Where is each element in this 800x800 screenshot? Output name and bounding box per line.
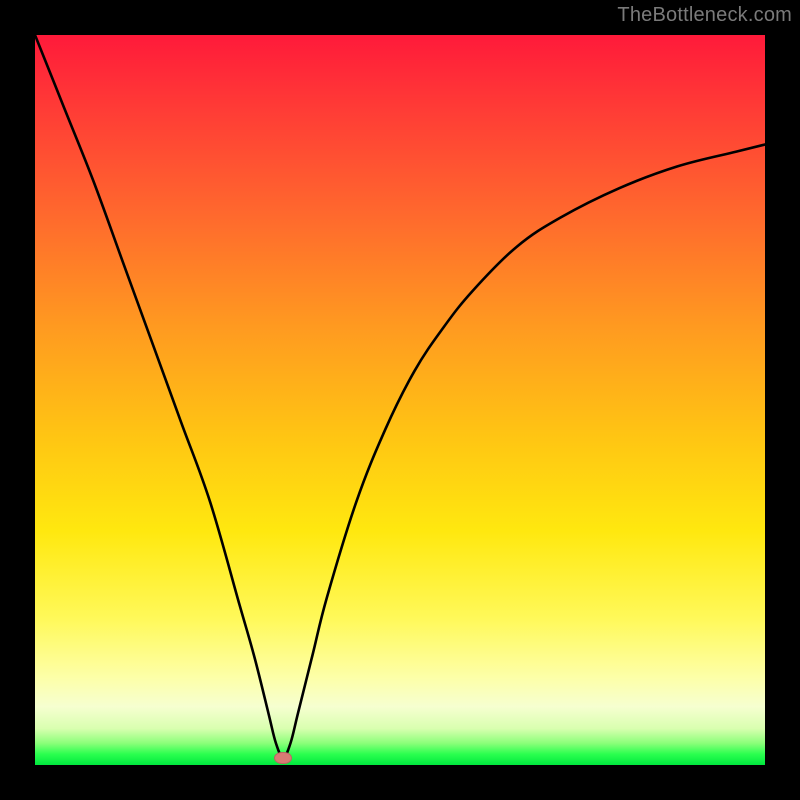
watermark-text: TheBottleneck.com bbox=[617, 4, 792, 27]
chart-frame: TheBottleneck.com bbox=[0, 0, 800, 800]
bottleneck-curve bbox=[35, 35, 765, 765]
notch-marker bbox=[274, 752, 292, 764]
plot-area bbox=[35, 35, 765, 765]
